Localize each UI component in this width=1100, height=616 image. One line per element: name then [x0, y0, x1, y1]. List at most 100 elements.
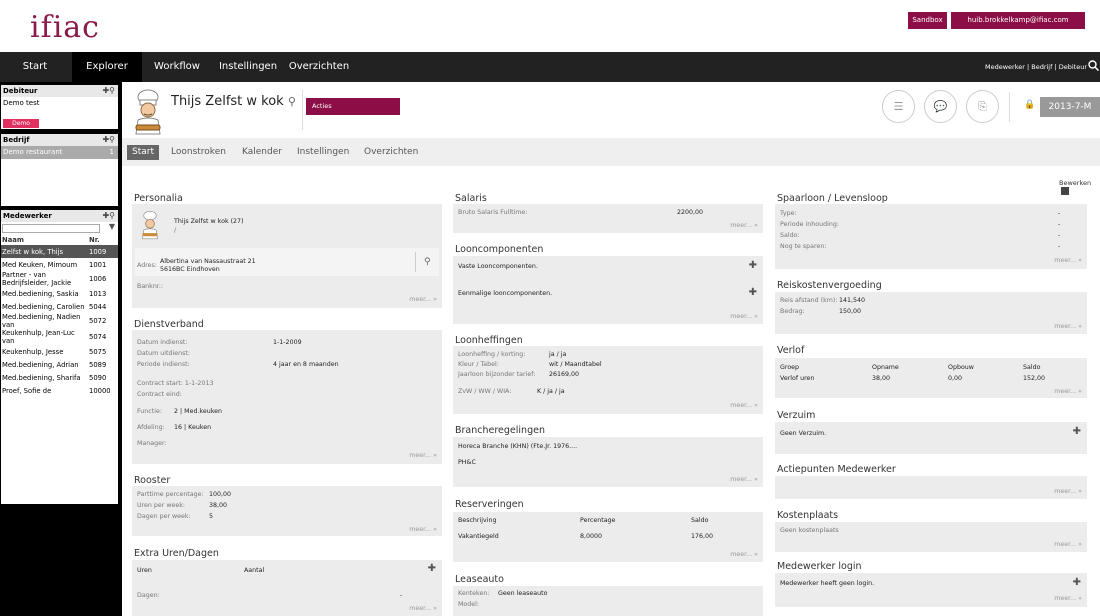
logo[interactable]: ifiac — [30, 10, 100, 45]
meer-link[interactable]: meer... » — [1054, 488, 1082, 495]
medewerker-nr: 10000 — [89, 386, 111, 395]
medewerker-title: Medewerker — [3, 212, 52, 220]
col-opbouw: Opbouw — [948, 364, 974, 371]
salaris-panel: Bruto Salaris Fulltime: 2200,00 meer... … — [453, 204, 763, 233]
reis-afstand-label: Reis afstand (km): — [780, 297, 838, 304]
meer-link[interactable]: meer... » — [1054, 257, 1082, 264]
medewerker-name: Proef, Sofie de — [2, 386, 52, 395]
rooster-title: Rooster — [134, 475, 171, 486]
login-panel: Medewerker heeft geen login. ✚ meer... » — [775, 573, 1087, 607]
add-icon[interactable]: ✚ — [1073, 577, 1081, 588]
meer-link[interactable]: meer... » — [1054, 595, 1082, 602]
meer-link[interactable]: meer... » — [730, 222, 758, 229]
medewerker-name: Med.bediening, Nadien van — [2, 313, 81, 329]
vaste-looncomp[interactable]: Vaste Looncomponenten. — [458, 263, 538, 270]
actiepunten-title: Actiepunten Medewerker — [777, 464, 896, 475]
nav-tab-overzichten[interactable]: Overzichten — [284, 52, 354, 82]
meer-link[interactable]: meer... » — [1054, 323, 1082, 330]
medewerker-row[interactable]: Zelfst w kok, Thijs 1009 — [1, 245, 118, 258]
periode-inhouding-value: - — [1058, 221, 1061, 228]
jaarloon-value: 26169,00 — [549, 371, 580, 378]
meer-link[interactable]: meer... » — [730, 551, 758, 558]
medewerker-row[interactable]: Med.bediening, Adrian 5089 — [1, 358, 118, 371]
medewerker-row[interactable]: Proef, Sofie de 10000 — [1, 384, 118, 397]
search-icon[interactable] — [1088, 60, 1100, 74]
user-button[interactable]: huib.brokkelkamp@ifiac.com — [951, 12, 1085, 29]
contract-start: Contract start: 1-1-2013 — [137, 380, 214, 387]
meer-link[interactable]: meer... » — [409, 605, 437, 612]
medewerker-nr: 1006 — [89, 275, 107, 283]
medewerker-header: Medewerker ✚⚲ — [1, 210, 118, 222]
medewerker-row[interactable]: Med.bediening, Nadien van 5072 — [1, 313, 118, 329]
loonheffingen-panel: Loonheffing / korting: ja / ja Kleur / T… — [453, 346, 763, 414]
location-pin-icon[interactable]: ⚲ — [424, 257, 431, 267]
main-nav: Start Explorer Workflow Instellingen Ove… — [0, 52, 1100, 82]
subtab-kalender[interactable]: Kalender — [242, 145, 282, 160]
loonheffing-label: Loonheffing / korting: — [458, 351, 526, 358]
meer-link[interactable]: meer... » — [409, 452, 437, 459]
medewerker-row[interactable]: Med.bediening, Carolien 5044 — [1, 300, 118, 313]
col-nr[interactable]: Nr. — [89, 235, 100, 245]
meer-link[interactable]: meer... » — [730, 313, 758, 320]
meer-link[interactable]: meer... » — [409, 296, 437, 303]
medewerker-row[interactable]: Partner - van Bedrijfsleider, Jackie 1006 — [1, 271, 118, 287]
subtab-start[interactable]: Start — [127, 145, 159, 160]
add-search-icon[interactable]: ✚⚲ — [102, 134, 115, 146]
nav-tab-start[interactable]: Start — [0, 52, 70, 82]
col-naam[interactable]: Naam — [1, 235, 89, 245]
add-search-icon[interactable]: ✚⚲ — [102, 210, 115, 222]
subtab-overzichten[interactable]: Overzichten — [364, 145, 418, 160]
uren-label: Uren per week: — [137, 502, 186, 509]
meer-link[interactable]: meer... » — [1054, 388, 1082, 395]
meer-link[interactable]: meer... » — [1054, 541, 1082, 548]
medewerker-row[interactable]: Med.bediening, Sharifa 5090 — [1, 371, 118, 384]
medewerker-row[interactable]: Keukenhulp, Jesse 5075 — [1, 345, 118, 358]
medewerker-nr: 5074 — [89, 333, 107, 341]
nav-tab-instellingen[interactable]: Instellingen — [212, 52, 284, 82]
bedrag-value: 150,00 — [839, 308, 862, 315]
lock-icon[interactable]: 🔒 — [1024, 100, 1035, 110]
col-saldo: Saldo — [1023, 364, 1041, 371]
lease-panel: Kenteken: Geen leaseauto Model: — [453, 586, 763, 616]
list-icon[interactable]: ☰ — [882, 90, 915, 123]
meer-link[interactable]: meer... » — [730, 402, 758, 409]
subtab-instellingen[interactable]: Instellingen — [297, 145, 349, 160]
medewerker-row[interactable]: Keukenhulp, Jean-Luc van 5074 — [1, 329, 118, 345]
attachment-icon[interactable]: ⎘ — [966, 90, 999, 123]
location-pin-icon[interactable]: ⚲ — [288, 95, 296, 108]
adres-line1: Albertina van Nassaustraat 21 — [160, 258, 256, 265]
filter-icon[interactable]: ▼ — [109, 222, 115, 231]
acties-dropdown[interactable]: Acties — [306, 98, 400, 115]
period-selector[interactable]: 2013-7-M — [1040, 97, 1100, 117]
eenmalige-looncomp[interactable]: Eenmalige looncomponenten. — [458, 290, 552, 297]
chat-icon[interactable]: 💬 — [924, 90, 957, 123]
medewerker-row[interactable]: Med.bediening, Saskia 1013 — [1, 287, 118, 300]
personalia-title: Personalia — [134, 193, 183, 204]
add-search-icon[interactable]: ✚⚲ — [102, 85, 115, 97]
medewerker-row[interactable]: Med Keuken, Mimoum 1001 — [1, 258, 118, 271]
subtab-loonstroken[interactable]: Loonstroken — [171, 145, 226, 160]
meer-link[interactable]: meer... » — [409, 526, 437, 533]
kostenplaats-text: Geen kostenplaats — [780, 527, 839, 534]
personalia-name[interactable]: Thijs Zelfst w kok (27) — [174, 218, 244, 225]
verlof-groep: Verlof uren — [780, 375, 815, 382]
verlof-saldo: 152,00 — [1023, 375, 1046, 382]
sandbox-button[interactable]: Sandbox — [908, 12, 947, 29]
nav-tab-explorer[interactable]: Explorer — [72, 52, 142, 82]
bedrijf-item[interactable]: Demo restaurant 1 — [1, 146, 118, 159]
medewerker-filter-input[interactable] — [2, 224, 100, 233]
edit-button[interactable]: Bewerken — [1059, 179, 1100, 195]
bedrag-label: Bedrag: — [780, 308, 805, 315]
add-icon[interactable]: ✚ — [1073, 426, 1081, 437]
add-icon[interactable]: ✚ — [428, 563, 436, 574]
nav-tab-workflow[interactable]: Workflow — [142, 52, 212, 82]
debiteur-name[interactable]: Demo test — [1, 97, 118, 110]
add-icon[interactable]: ✚ — [749, 287, 757, 298]
meer-link[interactable]: meer... » — [730, 476, 758, 483]
medewerker-name: Keukenhulp, Jesse — [2, 347, 64, 356]
branche-line1[interactable]: Horeca Branche (KHN) (Fte.Jr. 1976.... — [458, 443, 577, 450]
breadcrumb[interactable]: Medewerker | Bedrijf | Debiteur — [985, 52, 1087, 82]
add-icon[interactable]: ✚ — [749, 260, 757, 271]
contract-eind: Contract eind: — [137, 391, 182, 398]
small-avatar — [136, 210, 164, 240]
